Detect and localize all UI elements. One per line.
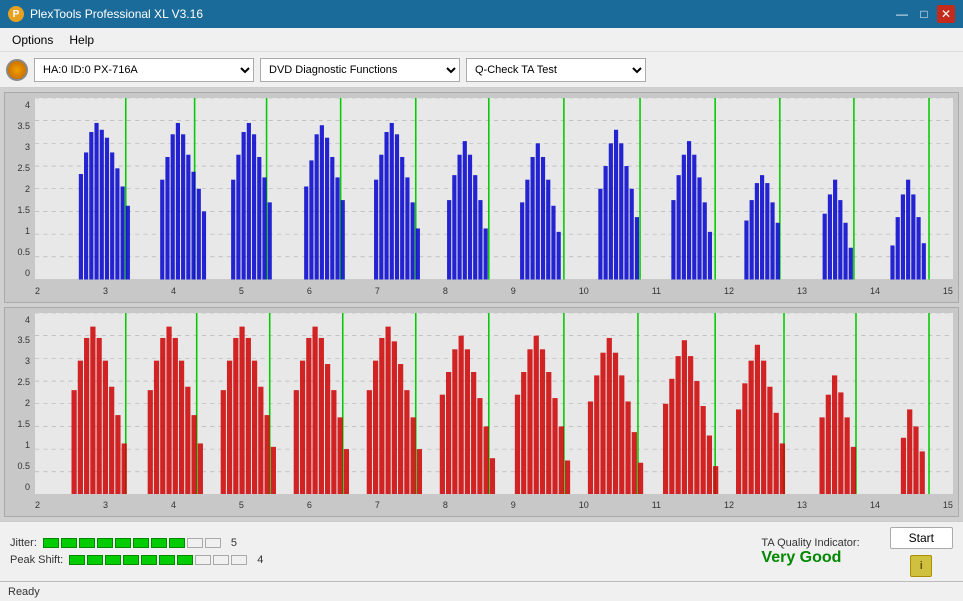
top-chart-svg [35,98,953,280]
jitter-seg-6 [133,538,149,548]
device-select[interactable]: HA:0 ID:0 PX-716A [34,58,254,82]
jitter-seg-10 [205,538,221,548]
jitter-seg-7 [151,538,167,548]
close-button[interactable]: ✕ [937,5,955,23]
title-controls: — □ ✕ [893,5,955,23]
ps-seg-1 [69,555,85,565]
bottom-chart-y-axis: 4 3.5 3 2.5 2 1.5 1 0.5 0 [5,313,35,495]
metrics-area: Jitter: 5 Peak Shift: [10,537,731,566]
ps-seg-3 [105,555,121,565]
jitter-seg-1 [43,538,59,548]
title-bar: P PlexTools Professional XL V3.16 — □ ✕ [0,0,963,28]
info-button[interactable]: i [910,555,932,577]
ps-seg-6 [159,555,175,565]
title-left: P PlexTools Professional XL V3.16 [8,6,203,22]
function-select[interactable]: DVD Diagnostic Functions [260,58,460,82]
menu-options[interactable]: Options [4,31,61,49]
top-chart-x-axis: 2 3 4 5 6 7 8 9 10 11 12 13 14 15 [35,280,953,302]
jitter-bar [43,538,221,548]
jitter-seg-8 [169,538,185,548]
ta-quality-value: Very Good [761,549,841,567]
peak-shift-value: 4 [257,554,263,566]
ta-quality-label: TA Quality Indicator: [761,537,859,549]
ps-seg-4 [123,555,139,565]
bottom-chart-svg [35,313,953,495]
ps-seg-2 [87,555,103,565]
ps-seg-5 [141,555,157,565]
app-icon: P [8,6,24,22]
bottom-chart-x-axis: 2 3 4 5 6 7 8 9 10 11 12 13 14 15 [35,494,953,516]
ps-seg-9 [213,555,229,565]
maximize-button[interactable]: □ [915,5,933,23]
jitter-seg-3 [79,538,95,548]
minimize-button[interactable]: — [893,5,911,23]
peak-shift-label: Peak Shift: [10,554,63,566]
jitter-seg-4 [97,538,113,548]
test-select[interactable]: Q-Check TA Test [466,58,646,82]
ps-seg-10 [231,555,247,565]
controls-bar: Jitter: 5 Peak Shift: [0,521,963,581]
ta-quality-block: TA Quality Indicator: Very Good [761,537,859,567]
jitter-seg-9 [187,538,203,548]
device-icon [6,59,28,81]
jitter-row: Jitter: 5 [10,537,731,549]
status-right: Start i [890,527,953,577]
bottom-chart-inner [35,313,953,495]
ps-seg-7 [177,555,193,565]
start-button[interactable]: Start [890,527,953,549]
bottom-status-bar: Ready [0,581,963,601]
title-text: PlexTools Professional XL V3.16 [30,7,203,21]
top-chart-y-axis: 4 3.5 3 2.5 2 1.5 1 0.5 0 [5,98,35,280]
ready-status: Ready [8,586,40,598]
peak-shift-bar [69,555,247,565]
main-content: 4 3.5 3 2.5 2 1.5 1 0.5 0 [0,88,963,521]
jitter-seg-2 [61,538,77,548]
peak-shift-row: Peak Shift: 4 [10,554,731,566]
ps-seg-8 [195,555,211,565]
jitter-value: 5 [231,537,237,549]
top-chart: 4 3.5 3 2.5 2 1.5 1 0.5 0 [4,92,959,303]
jitter-label: Jitter: [10,537,37,549]
top-chart-inner [35,98,953,280]
menu-bar: Options Help [0,28,963,52]
menu-help[interactable]: Help [61,31,102,49]
bottom-chart: 4 3.5 3 2.5 2 1.5 1 0.5 0 [4,307,959,518]
toolbar: HA:0 ID:0 PX-716A DVD Diagnostic Functio… [0,52,963,88]
jitter-seg-5 [115,538,131,548]
